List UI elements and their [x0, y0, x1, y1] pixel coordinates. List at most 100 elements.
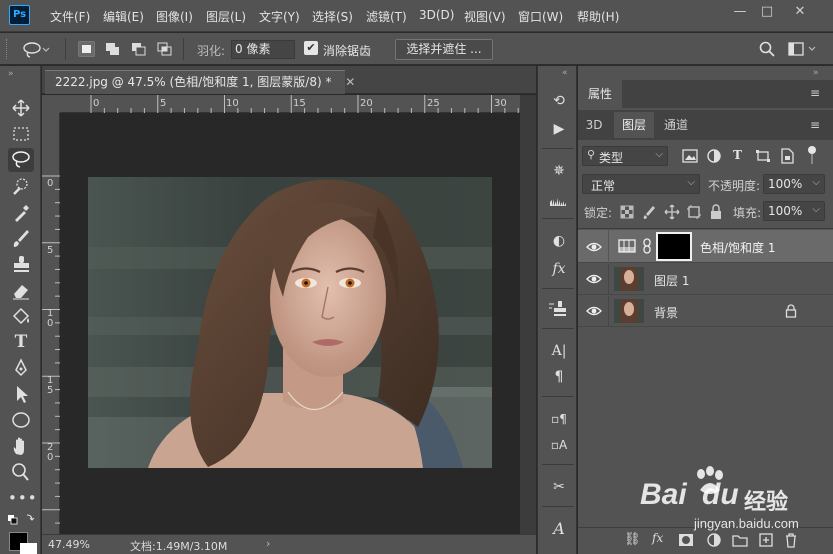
- lock-transparent-pixels-icon[interactable]: [620, 205, 634, 219]
- canvas-image[interactable]: [88, 177, 492, 468]
- layer-lock-icon[interactable]: [785, 304, 797, 318]
- tab-channels[interactable]: 通道: [656, 112, 696, 138]
- paragraph-styles-panel-icon[interactable]: ▫¶: [546, 408, 572, 430]
- vruler-label: 1 5: [47, 375, 54, 396]
- menu-image[interactable]: 图像(I): [156, 8, 193, 25]
- lock-position-icon[interactable]: [664, 204, 680, 220]
- adjustments-panel-icon[interactable]: ◐: [546, 230, 572, 252]
- layer-name[interactable]: 图层 1: [654, 272, 689, 289]
- antialias-checkbox[interactable]: ✔: [304, 41, 318, 55]
- opacity-input[interactable]: 100% ⌵: [763, 174, 825, 194]
- select-and-mask-button[interactable]: 选择并遮住 ...: [395, 39, 493, 60]
- vertical-scrollbar[interactable]: [520, 95, 536, 534]
- menu-filter[interactable]: 滤镜(T): [366, 8, 407, 25]
- lasso-tool-icon[interactable]: [8, 148, 34, 172]
- mask-link-icon[interactable]: [642, 238, 652, 254]
- quick-selection-tool-icon[interactable]: [8, 174, 34, 198]
- ellipse-tool-icon[interactable]: [8, 408, 34, 432]
- clone-source-panel-icon[interactable]: [546, 298, 572, 320]
- status-menu-arrow-icon[interactable]: ›: [266, 537, 270, 550]
- paint-bucket-tool-icon[interactable]: [8, 304, 34, 328]
- close-window-button[interactable]: ✕: [790, 4, 810, 20]
- filter-smart-objects-icon[interactable]: [780, 148, 794, 164]
- tools-collapse-icon[interactable]: »: [8, 69, 14, 79]
- properties-menu-icon[interactable]: ≡: [810, 86, 820, 100]
- hand-tool-icon[interactable]: [8, 434, 34, 458]
- search-icon[interactable]: [759, 41, 775, 57]
- minimize-button[interactable]: —: [730, 4, 750, 20]
- background-color-swatch[interactable]: [20, 543, 37, 554]
- intersect-selection-icon[interactable]: [156, 41, 174, 57]
- tool-presets-panel-icon[interactable]: ✂: [546, 476, 572, 498]
- zoom-level[interactable]: 47.49%: [48, 538, 90, 551]
- panel-collapse-icon[interactable]: »: [813, 68, 819, 78]
- zoom-tool-icon[interactable]: [8, 460, 34, 484]
- subtract-from-selection-icon[interactable]: [130, 41, 148, 57]
- menu-window[interactable]: 窗口(W): [518, 8, 563, 25]
- lock-image-pixels-icon[interactable]: [642, 204, 656, 220]
- marquee-tool-icon[interactable]: [8, 122, 34, 146]
- workspace-switcher-icon[interactable]: [788, 42, 820, 56]
- layer-row[interactable]: 色相/饱和度 1: [578, 230, 833, 263]
- more-tools-icon[interactable]: •••: [8, 486, 37, 510]
- lock-label: 锁定:: [584, 206, 613, 220]
- character-styles-panel-icon[interactable]: ▫A: [546, 434, 572, 456]
- menu-view[interactable]: 视图(V): [464, 8, 506, 25]
- eraser-tool-icon[interactable]: [8, 278, 34, 302]
- fill-input[interactable]: 100% ⌵: [763, 201, 825, 221]
- glyphs-panel-icon[interactable]: A: [546, 518, 572, 540]
- layer-row[interactable]: 背景: [578, 296, 833, 327]
- document-tab[interactable]: 2222.jpg @ 47.5% (色相/饱和度 1, 图层蒙版/8) * ✕: [45, 70, 355, 94]
- filter-type-layers-icon[interactable]: T: [733, 148, 742, 162]
- pen-tool-icon[interactable]: [8, 356, 34, 380]
- filter-shape-layers-icon[interactable]: [755, 149, 771, 163]
- lock-all-icon[interactable]: [709, 204, 723, 220]
- link-layers-icon[interactable]: ⛓: [624, 532, 641, 547]
- clone-stamp-tool-icon[interactable]: [8, 252, 34, 276]
- menu-select[interactable]: 选择(S): [312, 8, 353, 25]
- visibility-eye-icon[interactable]: [586, 271, 602, 287]
- swap-colors-icon[interactable]: [6, 512, 36, 528]
- menu-3d[interactable]: 3D(D): [419, 8, 454, 22]
- new-selection-button[interactable]: [78, 41, 95, 57]
- feather-input[interactable]: 0 像素: [231, 40, 295, 59]
- layer-name[interactable]: 色相/饱和度 1: [700, 239, 776, 256]
- menu-layer[interactable]: 图层(L): [206, 8, 246, 25]
- layer-name[interactable]: 背景: [654, 304, 678, 321]
- filter-pixel-layers-icon[interactable]: [682, 149, 698, 163]
- maximize-button[interactable]: □: [757, 4, 777, 20]
- layers-menu-icon[interactable]: ≡: [810, 118, 820, 132]
- visibility-eye-icon[interactable]: [586, 303, 602, 319]
- character-panel-icon[interactable]: A|: [546, 340, 572, 362]
- eyedropper-tool-icon[interactable]: [8, 200, 34, 224]
- history-panel-icon[interactable]: ⟲: [546, 90, 572, 112]
- properties-tab[interactable]: 属性: [578, 80, 622, 108]
- layer-filter-dropdown[interactable]: ⚲ 类型 ⌵: [582, 146, 668, 166]
- move-tool-icon[interactable]: [8, 96, 34, 120]
- filter-adjustment-layers-icon[interactable]: [706, 148, 722, 164]
- actions-panel-icon[interactable]: ▶: [546, 118, 572, 140]
- menu-type[interactable]: 文字(Y): [259, 8, 300, 25]
- histogram-panel-icon[interactable]: [546, 188, 572, 210]
- paragraph-panel-icon[interactable]: ¶: [546, 366, 572, 388]
- tab-layers[interactable]: 图层: [614, 112, 654, 138]
- navigator-panel-icon[interactable]: ✵: [546, 160, 572, 182]
- tab-3d[interactable]: 3D: [578, 112, 610, 138]
- menu-help[interactable]: 帮助(H): [577, 8, 619, 25]
- filter-toggle-switch[interactable]: [808, 146, 816, 166]
- add-to-selection-icon[interactable]: [104, 41, 122, 57]
- lasso-tool-preset-icon[interactable]: [22, 42, 50, 58]
- close-tab-icon[interactable]: ✕: [345, 75, 355, 89]
- dock-collapse-icon[interactable]: «: [562, 68, 568, 78]
- blend-mode-dropdown[interactable]: 正常 ⌵: [582, 174, 700, 194]
- styles-panel-icon[interactable]: fx: [546, 258, 572, 280]
- menu-file[interactable]: 文件(F): [50, 8, 90, 25]
- lock-artboard-icon[interactable]: [686, 204, 702, 220]
- layer-mask-thumbnail[interactable]: [656, 232, 692, 261]
- type-tool-icon[interactable]: T: [8, 330, 34, 354]
- visibility-eye-icon[interactable]: [586, 239, 602, 255]
- menu-edit[interactable]: 编辑(E): [103, 8, 144, 25]
- layer-row[interactable]: 图层 1: [578, 264, 833, 295]
- brush-tool-icon[interactable]: [8, 226, 34, 250]
- path-selection-tool-icon[interactable]: [8, 382, 34, 406]
